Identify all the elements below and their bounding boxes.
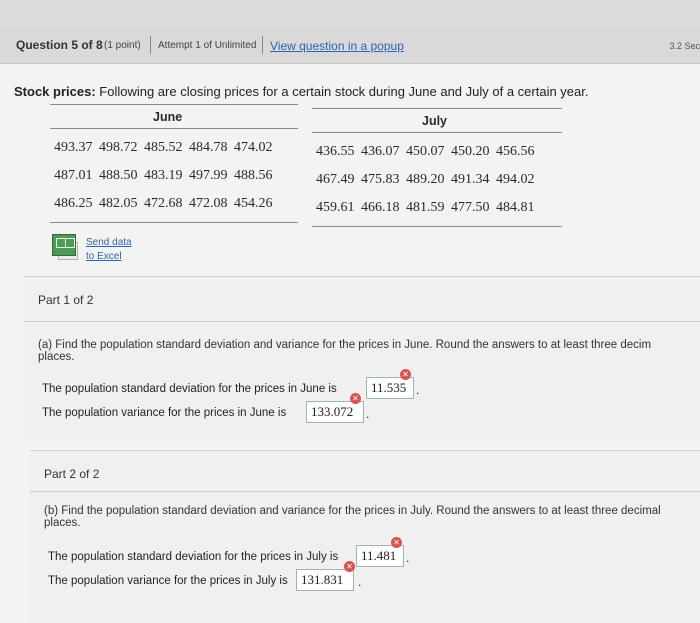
question-panel: Stock prices: Following are closing pric… bbox=[0, 64, 700, 623]
july-sd-input[interactable]: 11.481 bbox=[356, 545, 404, 567]
question-header-bar: Question 5 of 8 (1 point) Attempt 1 of U… bbox=[0, 28, 700, 64]
part-2-question: (b) Find the population standard deviati… bbox=[44, 505, 661, 529]
table-rule bbox=[312, 108, 562, 109]
timer-readout: 3.2 Sec bbox=[669, 41, 700, 51]
july-row: 436.55 436.07 450.07 450.20 456.56 bbox=[316, 144, 535, 159]
prompt-text: Following are closing prices for a certa… bbox=[99, 84, 589, 99]
period: . bbox=[358, 575, 362, 589]
table-rule bbox=[50, 222, 298, 223]
header-divider bbox=[150, 36, 151, 54]
june-row: 487.01 488.50 483.19 497.99 488.56 bbox=[54, 168, 273, 183]
part-2-section: Part 2 of 2 (b) Find the population stan… bbox=[30, 450, 700, 623]
part-2-question-line2: places. bbox=[44, 517, 81, 529]
part-1-sd-label: The population standard deviation for th… bbox=[42, 383, 337, 395]
june-row: 486.25 482.05 472.68 472.08 454.26 bbox=[54, 196, 273, 211]
part-1-label: Part 1 of 2 bbox=[38, 293, 94, 307]
part-1-question-line2: places. bbox=[38, 351, 75, 363]
prompt-lead: Stock prices: bbox=[14, 84, 96, 99]
july-table: July 436.55 436.07 450.07 450.20 456.56 … bbox=[312, 104, 568, 234]
incorrect-icon: ✕ bbox=[400, 369, 411, 380]
june-sd-input[interactable]: 11.535 bbox=[366, 377, 414, 399]
part-divider bbox=[30, 491, 700, 492]
part-2-label: Part 2 of 2 bbox=[44, 467, 100, 481]
excel-link-line2[interactable]: to Excel bbox=[86, 251, 122, 262]
july-row: 459.61 466.18 481.59 477.50 484.81 bbox=[316, 200, 535, 215]
part-divider bbox=[24, 321, 700, 322]
part-1-question-line1: (a) Find the population standard deviati… bbox=[38, 339, 652, 351]
part-2-var-label: The population variance for the prices i… bbox=[48, 575, 288, 587]
question-number: Question 5 of 8 bbox=[16, 38, 103, 52]
part-2-question-line1: (b) Find the population standard deviati… bbox=[44, 505, 661, 517]
header-divider bbox=[262, 36, 263, 54]
table-rule bbox=[312, 226, 562, 227]
june-row: 493.37 498.72 485.52 484.78 474.02 bbox=[54, 140, 273, 155]
table-rule bbox=[312, 132, 562, 133]
july-variance-input[interactable]: 131.831 bbox=[296, 569, 354, 591]
part-1-section: Part 1 of 2 (a) Find the population stan… bbox=[24, 276, 700, 442]
july-header: July bbox=[422, 114, 448, 128]
question-points: (1 point) bbox=[104, 40, 141, 51]
send-to-excel-link[interactable]: Send data to Excel bbox=[86, 236, 132, 264]
part-1-var-label: The population variance for the prices i… bbox=[42, 407, 287, 419]
table-rule bbox=[50, 128, 298, 129]
table-rule bbox=[50, 104, 298, 105]
period: . bbox=[366, 407, 370, 421]
incorrect-icon: ✕ bbox=[391, 537, 402, 548]
view-in-popup-link[interactable]: View question in a popup bbox=[270, 39, 404, 53]
period: . bbox=[416, 383, 420, 397]
july-row: 467.49 475.83 489.20 491.34 494.02 bbox=[316, 172, 535, 187]
attempt-counter: Attempt 1 of Unlimited bbox=[158, 40, 257, 51]
period: . bbox=[406, 551, 410, 565]
june-variance-input[interactable]: 133.072 bbox=[306, 401, 364, 423]
incorrect-icon: ✕ bbox=[344, 561, 355, 572]
spreadsheet-icon[interactable] bbox=[52, 234, 76, 256]
question-prompt: Stock prices: Following are closing pric… bbox=[14, 84, 588, 99]
june-header: June bbox=[153, 110, 183, 124]
part-2-sd-label: The population standard deviation for th… bbox=[48, 551, 339, 563]
june-table: June 493.37 498.72 485.52 484.78 474.02 … bbox=[50, 100, 300, 230]
part-1-question: (a) Find the population standard deviati… bbox=[38, 339, 651, 363]
excel-link-line1[interactable]: Send data bbox=[86, 237, 132, 248]
incorrect-icon: ✕ bbox=[350, 393, 361, 404]
